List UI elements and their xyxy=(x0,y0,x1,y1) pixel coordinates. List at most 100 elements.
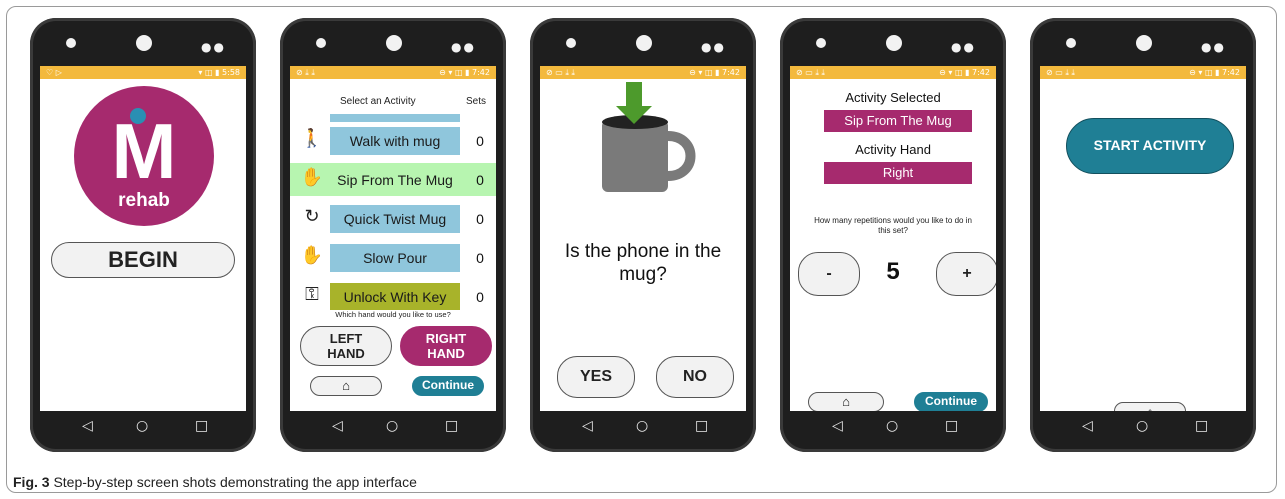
status-right: ⊖ ▾ ◫ ▮ 7:42 xyxy=(1189,68,1240,77)
caption-text: Step-by-step screen shots demonstrating … xyxy=(49,474,417,490)
reps-question: How many repetitions would you like to d… xyxy=(814,216,972,235)
back-icon[interactable]: ◁ xyxy=(582,418,593,434)
status-left: ♡ ▷ xyxy=(46,68,62,77)
sensor-dots: ●● xyxy=(951,40,976,54)
begin-button[interactable]: BEGIN xyxy=(51,242,235,278)
home-nav-icon[interactable]: ○ xyxy=(386,418,398,434)
home-button[interactable]: ⌂ xyxy=(1114,402,1186,411)
status-left: ⊘ ▭ ⤓ ⤓ xyxy=(546,68,575,77)
activity-button[interactable]: Unlock With Key xyxy=(330,283,460,310)
recent-apps-icon[interactable]: □ xyxy=(1195,418,1208,434)
status-right: ⊖ ▾ ◫ ▮ 7:42 xyxy=(689,68,740,77)
hand-question: Which hand would you like to use? xyxy=(290,310,496,319)
start-activity-button[interactable]: START ACTIVITY xyxy=(1066,118,1234,174)
sensor-dots: ●● xyxy=(451,40,476,54)
list-item[interactable]: ✋ Slow Pour 0 xyxy=(290,241,496,274)
continue-button[interactable]: Continue xyxy=(914,392,988,411)
no-button[interactable]: NO xyxy=(656,356,734,398)
left-hand-button[interactable]: LEFT HAND xyxy=(300,326,392,366)
recent-apps-icon[interactable]: □ xyxy=(695,418,708,434)
screen-start-activity: ⊘ ▭ ⤓ ⤓ ⊖ ▾ ◫ ▮ 7:42 START ACTIVITY ⌂ xyxy=(1040,66,1246,411)
speaker-dot xyxy=(316,38,326,48)
nav-bar: ◁ ○ □ xyxy=(1040,413,1246,441)
activity-button[interactable]: Sip From The Mug xyxy=(330,166,460,194)
increment-button[interactable]: + xyxy=(936,252,996,296)
activity-button[interactable]: Quick Twist Mug xyxy=(330,205,460,233)
sets-count: 0 xyxy=(476,250,484,266)
phone-begin: ●● ♡ ▷ ▾ ◫ ▮ 5:58 M rehab BEGIN ◁ ○ □ xyxy=(30,18,256,452)
list-item[interactable]: 🚶 Walk with mug 0 xyxy=(290,124,496,157)
activity-list: 🚶 Walk with mug 0 ✋ Sip From The Mug 0 ↻… xyxy=(290,114,496,310)
camera xyxy=(636,35,652,51)
screen-repetitions: ⊘ ▭ ⤓ ⤓ ⊖ ▾ ◫ ▮ 7:42 Activity Selected S… xyxy=(790,66,996,411)
twist-icon: ↻ xyxy=(304,206,320,226)
home-icon: ⌂ xyxy=(842,394,850,409)
home-button[interactable]: ⌂ xyxy=(310,376,382,396)
home-icon: ⌂ xyxy=(342,378,350,393)
home-nav-icon[interactable]: ○ xyxy=(136,418,148,434)
home-nav-icon[interactable]: ○ xyxy=(636,418,648,434)
screen-select-activity: ⊘ ⤓ ⤓ ⊖ ▾ ◫ ▮ 7:42 Select an Activity Se… xyxy=(290,66,496,411)
sets-count: 0 xyxy=(476,172,484,188)
list-item[interactable]: ⚿ Unlock With Key 0 xyxy=(290,280,496,310)
figure-caption: Fig. 3 Step-by-step screen shots demonst… xyxy=(13,474,417,490)
back-icon[interactable]: ◁ xyxy=(1082,418,1093,434)
list-item-partial xyxy=(330,114,460,122)
status-right: ▾ ◫ ▮ 5:58 xyxy=(198,68,240,77)
sets-count: 0 xyxy=(476,133,484,149)
activity-selected-value: Sip From The Mug xyxy=(824,110,972,132)
home-nav-icon[interactable]: ○ xyxy=(886,418,898,434)
screen-begin: ♡ ▷ ▾ ◫ ▮ 5:58 M rehab BEGIN xyxy=(40,66,246,411)
reps-value: 5 xyxy=(886,258,900,285)
speaker-dot xyxy=(816,38,826,48)
header-sets: Sets xyxy=(466,96,487,107)
right-hand-button[interactable]: RIGHT HAND xyxy=(400,326,492,366)
sensor-dots: ●● xyxy=(1201,40,1226,54)
nav-bar: ◁ ○ □ xyxy=(790,413,996,441)
caption-label: Fig. 3 xyxy=(13,474,50,490)
yes-button[interactable]: YES xyxy=(557,356,635,398)
nav-bar: ◁ ○ □ xyxy=(40,413,246,441)
activity-hand-value: Right xyxy=(824,162,972,184)
hand-mug-icon: ✋ xyxy=(300,167,324,187)
decrement-button[interactable]: - xyxy=(798,252,860,296)
nav-bar: ◁ ○ □ xyxy=(290,413,496,441)
phone-start-activity: ●● ⊘ ▭ ⤓ ⤓ ⊖ ▾ ◫ ▮ 7:42 START ACTIVITY ⌂… xyxy=(1030,18,1256,452)
status-left: ⊘ ▭ ⤓ ⤓ xyxy=(796,68,825,77)
camera xyxy=(386,35,402,51)
phone-mug-check: ●● ⊘ ▭ ⤓ ⤓ ⊖ ▾ ◫ ▮ 7:42 Is the phone in … xyxy=(530,18,756,452)
camera xyxy=(136,35,152,51)
phone-repetitions: ●● ⊘ ▭ ⤓ ⤓ ⊖ ▾ ◫ ▮ 7:42 Activity Selecte… xyxy=(780,18,1006,452)
recent-apps-icon[interactable]: □ xyxy=(445,418,458,434)
recent-apps-icon[interactable]: □ xyxy=(945,418,958,434)
home-button[interactable]: ⌂ xyxy=(808,392,884,411)
logo-text: rehab xyxy=(118,190,170,211)
sensor-dots: ●● xyxy=(201,40,226,54)
mrehab-logo: M rehab xyxy=(74,86,214,226)
status-bar: ⊘ ▭ ⤓ ⤓ ⊖ ▾ ◫ ▮ 7:42 xyxy=(1040,66,1246,79)
back-icon[interactable]: ◁ xyxy=(832,418,843,434)
sets-count: 0 xyxy=(476,211,484,227)
phone-select-activity: ●● ⊘ ⤓ ⤓ ⊖ ▾ ◫ ▮ 7:42 Select an Activity… xyxy=(280,18,506,452)
sets-count: 0 xyxy=(476,289,484,305)
continue-button[interactable]: Continue xyxy=(412,376,484,396)
status-right: ⊖ ▾ ◫ ▮ 7:42 xyxy=(439,68,490,77)
speaker-dot xyxy=(66,38,76,48)
recent-apps-icon[interactable]: □ xyxy=(195,418,208,434)
header-activity: Select an Activity xyxy=(340,96,416,107)
back-icon[interactable]: ◁ xyxy=(332,418,343,434)
status-bar: ⊘ ▭ ⤓ ⤓ ⊖ ▾ ◫ ▮ 7:42 xyxy=(540,66,746,79)
speaker-dot xyxy=(1066,38,1076,48)
activity-button[interactable]: Walk with mug xyxy=(330,127,460,155)
camera xyxy=(886,35,902,51)
list-item-selected[interactable]: ✋ Sip From The Mug 0 xyxy=(290,163,496,196)
pour-icon: ✋ xyxy=(300,245,324,265)
camera xyxy=(1136,35,1152,51)
status-right: ⊖ ▾ ◫ ▮ 7:42 xyxy=(939,68,990,77)
list-item[interactable]: ↻ Quick Twist Mug 0 xyxy=(290,202,496,235)
back-icon[interactable]: ◁ xyxy=(82,418,93,434)
status-left: ⊘ ⤓ ⤓ xyxy=(296,68,315,77)
activity-button[interactable]: Slow Pour xyxy=(330,244,460,272)
home-nav-icon[interactable]: ○ xyxy=(1136,418,1148,434)
walking-person-icon: 🚶 xyxy=(300,128,324,148)
